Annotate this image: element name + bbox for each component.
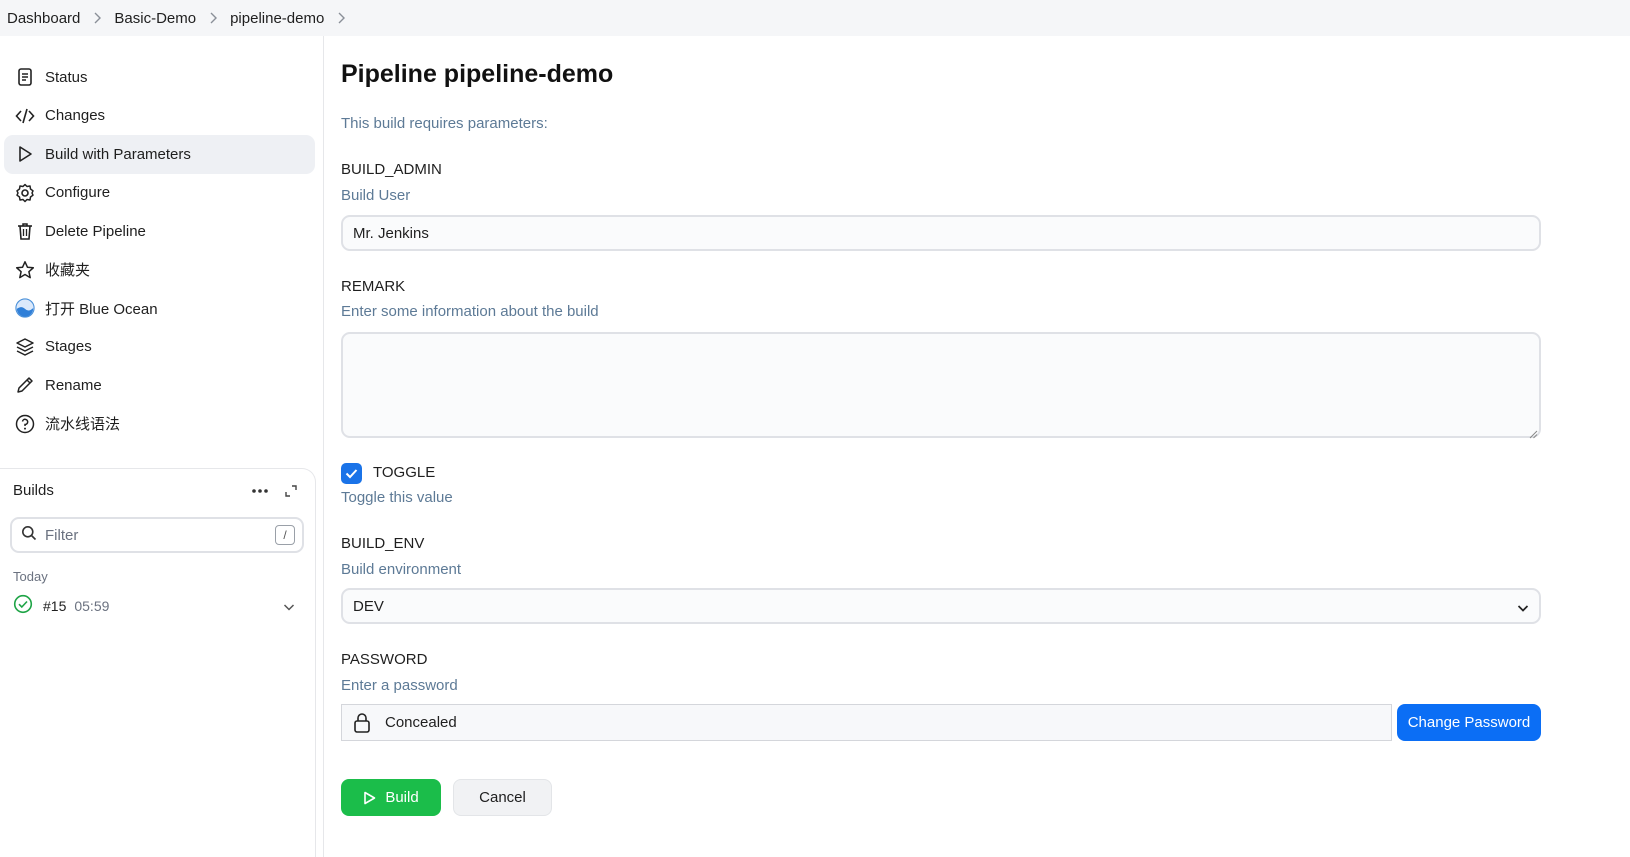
build-row[interactable]: #15 05:59 — [13, 594, 303, 619]
build-button[interactable]: Build — [341, 779, 441, 816]
breadcrumb-item-basic-demo[interactable]: Basic-Demo — [114, 8, 230, 28]
build-number[interactable]: #15 — [43, 598, 66, 614]
sidebar-item-label: 收藏夹 — [45, 262, 91, 280]
sidebar-item-label: Configure — [45, 184, 111, 202]
play-icon — [14, 143, 36, 165]
sidebar-item-delete-pipeline[interactable]: Delete Pipeline — [4, 212, 315, 251]
checkmark-icon — [345, 469, 358, 479]
param-name-toggle[interactable]: TOGGLE — [373, 464, 435, 481]
breadcrumb-label[interactable]: pipeline-demo — [230, 10, 324, 27]
sidebar: Status Changes Build with Parameters Con… — [0, 36, 324, 857]
param-desc-remark: Enter some information about the build — [341, 303, 599, 320]
keyboard-shortcut-hint: / — [275, 525, 295, 545]
requires-parameters-text: This build requires parameters: — [341, 115, 548, 132]
chevron-right-icon[interactable] — [80, 8, 114, 28]
sidebar-item-label: Stages — [45, 338, 92, 356]
layers-icon — [14, 336, 36, 358]
sidebar-item-label: Rename — [45, 376, 102, 394]
param-name-build-admin: BUILD_ADMIN — [341, 161, 442, 178]
more-options-icon[interactable] — [250, 481, 270, 501]
help-icon — [14, 413, 36, 435]
toggle-checkbox[interactable] — [341, 463, 362, 484]
sidebar-item-changes[interactable]: Changes — [4, 97, 315, 136]
sidebar-item-favorites[interactable]: 收藏夹 — [4, 251, 315, 290]
param-name-build-env: BUILD_ENV — [341, 535, 425, 552]
chevron-right-icon[interactable] — [324, 8, 358, 28]
trash-icon — [14, 220, 36, 242]
play-icon — [364, 791, 376, 804]
sidebar-item-label: 流水线语法 — [45, 416, 121, 434]
sidebar-item-label: Delete Pipeline — [45, 222, 146, 240]
password-concealed-text: Concealed — [385, 714, 457, 731]
breadcrumb-label[interactable]: Dashboard — [7, 10, 80, 27]
status-document-icon — [14, 66, 36, 88]
star-icon — [14, 259, 36, 281]
param-name-remark: REMARK — [341, 278, 406, 295]
sidebar-item-stages[interactable]: Stages — [4, 328, 315, 367]
builds-filter[interactable]: / — [10, 517, 304, 553]
pencil-icon — [14, 374, 36, 396]
cancel-button[interactable]: Cancel — [453, 779, 552, 816]
build-env-select[interactable]: DEV — [341, 588, 1541, 624]
builds-panel: Builds / Today #15 05:59 — [0, 468, 316, 857]
param-desc-password: Enter a password — [341, 677, 458, 694]
build-admin-input[interactable] — [341, 215, 1541, 251]
chevron-down-icon[interactable] — [283, 599, 295, 617]
build-time: 05:59 — [74, 598, 110, 614]
sidebar-item-configure[interactable]: Configure — [4, 174, 315, 213]
builds-title: Builds — [13, 482, 54, 499]
chevron-right-icon[interactable] — [196, 8, 230, 28]
code-icon — [14, 105, 36, 127]
sidebar-item-status[interactable]: Status — [4, 58, 315, 97]
param-name-password: PASSWORD — [341, 651, 428, 668]
breadcrumb: Dashboard Basic-Demo pipeline-demo — [0, 0, 1630, 36]
remark-textarea[interactable] — [341, 332, 1541, 438]
password-field[interactable]: Concealed — [341, 704, 1392, 741]
blue-ocean-icon — [14, 297, 36, 319]
param-desc-build-admin: Build User — [341, 187, 411, 204]
sidebar-item-label: Status — [45, 68, 88, 86]
gear-icon — [14, 182, 36, 204]
lock-icon — [352, 712, 372, 734]
resize-handle-icon[interactable] — [1529, 426, 1538, 439]
sidebar-item-build-with-parameters[interactable]: Build with Parameters — [4, 135, 315, 174]
select-value: DEV — [353, 597, 384, 615]
sidebar-item-rename[interactable]: Rename — [4, 366, 315, 405]
filter-input[interactable] — [45, 526, 265, 544]
param-desc-build-env: Build environment — [341, 561, 462, 578]
build-button-label: Build — [385, 789, 419, 806]
sidebar-item-label: Build with Parameters — [45, 145, 191, 163]
sidebar-nav: Status Changes Build with Parameters Con… — [4, 58, 315, 443]
sidebar-item-pipeline-syntax[interactable]: 流水线语法 — [4, 405, 315, 444]
page-title: Pipeline pipeline-demo — [341, 60, 614, 88]
change-password-button[interactable]: Change Password — [1397, 704, 1541, 741]
expand-icon[interactable] — [282, 482, 300, 500]
breadcrumb-item-pipeline-demo[interactable]: pipeline-demo — [230, 8, 358, 28]
breadcrumb-label[interactable]: Basic-Demo — [114, 10, 196, 27]
search-icon — [21, 525, 37, 546]
chevron-down-icon — [1517, 600, 1529, 617]
build-group-label: Today — [13, 569, 48, 584]
sidebar-item-blue-ocean[interactable]: 打开 Blue Ocean — [4, 289, 315, 328]
success-check-icon — [13, 594, 33, 619]
sidebar-item-label: 打开 Blue Ocean — [45, 300, 158, 318]
sidebar-item-label: Changes — [45, 107, 106, 125]
breadcrumb-item-dashboard[interactable]: Dashboard — [7, 8, 114, 28]
param-desc-toggle: Toggle this value — [341, 489, 453, 506]
